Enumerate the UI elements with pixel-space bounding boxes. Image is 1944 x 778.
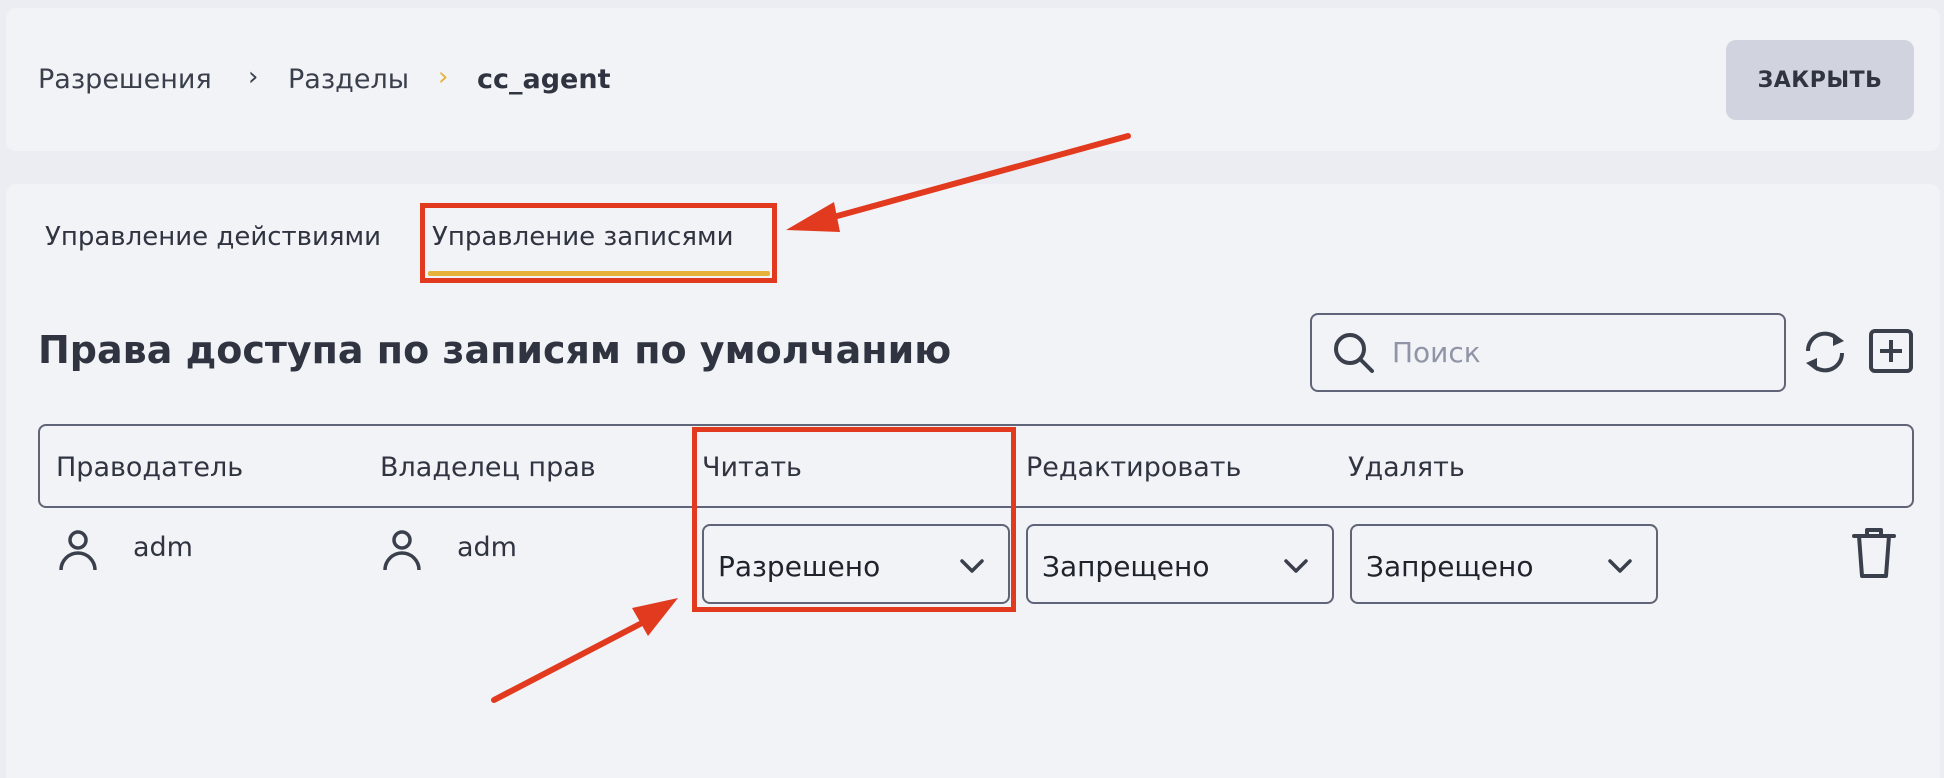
- annotation-arrowhead: [632, 598, 678, 636]
- annotation-arrows: [491, 133, 1131, 703]
- annotation-arrow-to-select: [491, 621, 643, 703]
- annotation-arrow-to-tab: [827, 133, 1131, 221]
- annotation-arrowhead: [786, 202, 840, 232]
